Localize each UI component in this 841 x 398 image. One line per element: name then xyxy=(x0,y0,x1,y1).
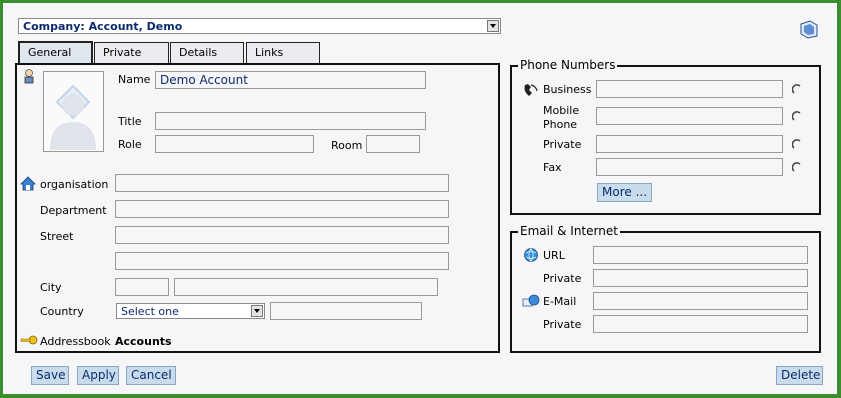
email-private-input[interactable] xyxy=(593,315,808,333)
person-icon xyxy=(24,69,34,84)
title-label: Title xyxy=(118,115,142,128)
room-label: Room xyxy=(331,139,363,152)
department-label: Department xyxy=(40,204,107,217)
globe-icon xyxy=(524,248,538,262)
radio-icon[interactable] xyxy=(792,84,802,94)
home-icon xyxy=(20,176,36,191)
delete-button[interactable]: Delete xyxy=(776,366,823,385)
private-phone-label: Private xyxy=(543,138,582,151)
email-label: E-Mail xyxy=(543,295,577,308)
department-input[interactable] xyxy=(115,200,449,218)
business-label: Business xyxy=(543,83,592,96)
fax-input[interactable] xyxy=(596,158,783,176)
apply-button[interactable]: Apply xyxy=(77,366,119,385)
region-input[interactable] xyxy=(270,302,422,320)
street-input-2[interactable] xyxy=(115,252,449,270)
chevron-down-icon[interactable] xyxy=(251,305,263,317)
tab-links[interactable]: Links xyxy=(246,42,320,63)
country-label: Country xyxy=(40,305,84,318)
key-icon xyxy=(20,335,38,345)
fax-label: Fax xyxy=(543,161,562,174)
cancel-button-label: Cancel xyxy=(131,368,172,382)
organisation-input[interactable] xyxy=(115,174,449,192)
photo-placeholder-icon xyxy=(50,84,96,150)
url-input[interactable] xyxy=(593,246,808,264)
tab-links-label: Links xyxy=(255,46,284,59)
role-label: Role xyxy=(118,138,142,151)
mobile-label-line1: Mobile xyxy=(543,104,580,117)
name-label: Name xyxy=(118,73,151,86)
addressbook-icon[interactable] xyxy=(798,19,820,39)
title-input[interactable] xyxy=(155,112,426,130)
name-input-value: Demo Account xyxy=(160,73,248,87)
role-input[interactable] xyxy=(155,135,314,153)
radio-icon[interactable] xyxy=(792,111,802,121)
business-phone-input[interactable] xyxy=(596,80,783,98)
apply-button-label: Apply xyxy=(82,368,116,382)
mobile-label-line2: Phone xyxy=(543,118,578,131)
delete-button-label: Delete xyxy=(781,368,821,382)
radio-icon[interactable] xyxy=(792,162,802,172)
tab-private-label: Private xyxy=(103,46,142,59)
save-button-label: Save xyxy=(36,368,66,382)
chevron-down-icon[interactable] xyxy=(487,20,499,32)
more-phones-label: More ... xyxy=(602,185,648,199)
tab-general[interactable]: General xyxy=(18,41,93,64)
postcode-input[interactable] xyxy=(115,278,169,296)
email-icon xyxy=(522,294,540,307)
country-select-value: Select one xyxy=(121,305,179,318)
save-button[interactable]: Save xyxy=(31,366,69,385)
more-phones-button[interactable]: More ... xyxy=(597,183,652,202)
dialog-frame: Company: Account, Demo General Private D… xyxy=(3,3,837,394)
city-input[interactable] xyxy=(174,278,438,296)
tab-private[interactable]: Private xyxy=(94,42,169,63)
cancel-button[interactable]: Cancel xyxy=(126,366,176,385)
tab-details-label: Details xyxy=(179,46,218,59)
mobile-phone-input[interactable] xyxy=(596,107,783,125)
private-phone-input[interactable] xyxy=(596,135,783,153)
room-input[interactable] xyxy=(366,135,420,153)
city-label: City xyxy=(40,281,62,294)
radio-icon[interactable] xyxy=(792,139,802,149)
email-private-label: Private xyxy=(543,318,582,331)
url-private-input[interactable] xyxy=(593,269,808,287)
name-input[interactable]: Demo Account xyxy=(155,71,426,89)
organisation-label: organisation xyxy=(40,178,109,191)
url-label: URL xyxy=(543,249,565,262)
street-input[interactable] xyxy=(115,226,449,244)
contact-photo[interactable] xyxy=(43,71,104,152)
addressbook-label: Addressbook xyxy=(40,335,111,348)
company-select-value: Company: Account, Demo xyxy=(23,20,183,33)
street-label: Street xyxy=(40,230,74,243)
country-select[interactable]: Select one xyxy=(116,303,265,319)
tab-general-label: General xyxy=(28,46,72,59)
email-input[interactable] xyxy=(593,292,808,310)
phone-icon xyxy=(524,84,538,96)
addressbook-value: Accounts xyxy=(115,335,172,348)
tab-details[interactable]: Details xyxy=(170,42,244,63)
email-internet-legend: Email & Internet xyxy=(518,224,620,238)
phone-numbers-legend: Phone Numbers xyxy=(518,58,618,72)
company-select[interactable]: Company: Account, Demo xyxy=(18,18,501,34)
url-private-label: Private xyxy=(543,272,582,285)
